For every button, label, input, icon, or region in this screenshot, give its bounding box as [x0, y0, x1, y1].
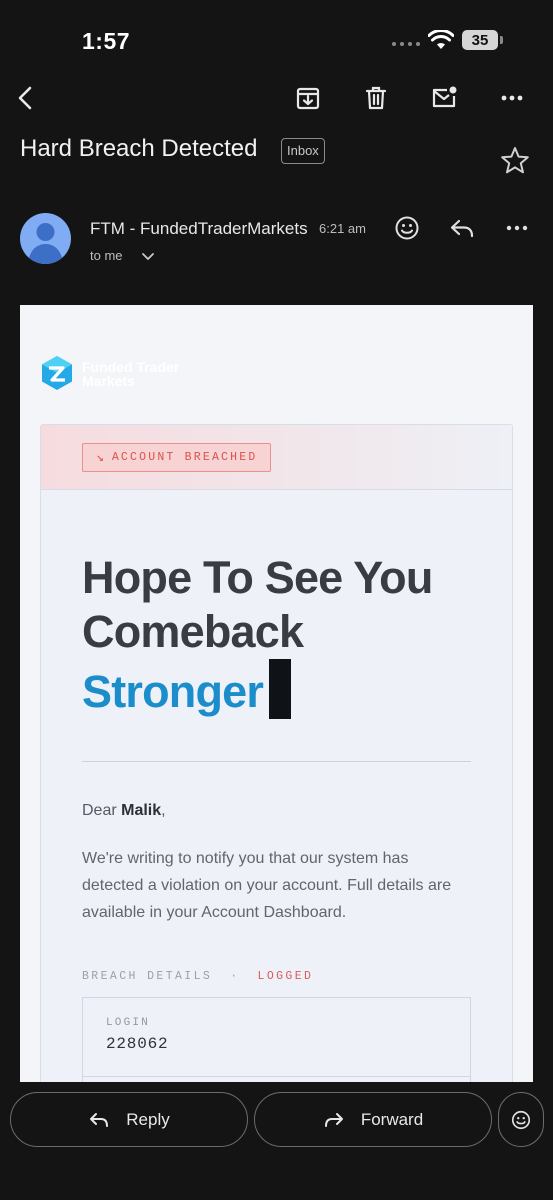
archive-button[interactable] [290, 80, 326, 116]
emoji-icon [511, 1110, 531, 1129]
person-icon [28, 223, 63, 264]
status-time: 1:57 [82, 28, 131, 54]
back-button[interactable] [8, 80, 44, 116]
login-row: LOGIN 228062 [83, 998, 470, 1077]
wifi-icon [428, 30, 454, 49]
forward-label: Forward [360, 1109, 424, 1129]
email-body[interactable]: Funded Trader Markets ↘ ACCOUNT BREACHED… [20, 305, 533, 1082]
brand-name-line2: Markets [82, 373, 135, 389]
reply-button[interactable]: Reply [10, 1092, 248, 1147]
breach-card: ↘ ACCOUNT BREACHED Hope To See You Comeb… [40, 424, 513, 1082]
headline-line2: Comeback [82, 606, 304, 657]
reply-icon[interactable] [448, 214, 476, 242]
delete-icon [365, 86, 387, 110]
signal-icon [392, 42, 420, 46]
divider [82, 761, 471, 762]
card-header: ↘ ACCOUNT BREACHED [41, 425, 512, 490]
brand-name-line1: Funded Trader [82, 359, 180, 375]
battery-tip [500, 36, 503, 44]
more-icon [501, 95, 523, 101]
breach-details-table: LOGIN 228062 [82, 997, 471, 1082]
more-options-button[interactable] [494, 80, 530, 116]
archive-icon [296, 87, 320, 110]
email-time: 6:21 am [319, 221, 366, 236]
email-subject: Hard Breach Detected [20, 135, 258, 162]
details-separator: · [230, 970, 240, 983]
emoji-icon[interactable] [393, 214, 421, 242]
status-bar: 1:57 35 [0, 0, 553, 80]
login-value: 228062 [106, 1035, 169, 1053]
inbox-label-chip[interactable]: Inbox [281, 138, 325, 164]
greeting: Dear Malik, [82, 802, 166, 820]
more-icon[interactable] [503, 214, 531, 242]
cursor-block [269, 659, 292, 719]
login-label: LOGIN [106, 1017, 151, 1029]
brand-name: Funded Trader Markets [82, 360, 179, 388]
account-breached-badge: ↘ ACCOUNT BREACHED [82, 443, 272, 472]
recipient-name: Malik [121, 802, 162, 819]
reply-icon [90, 1112, 109, 1127]
details-label: BREACH DETAILS [82, 970, 213, 983]
bottom-action-bar: Reply Forward [0, 1082, 553, 1200]
mark-unread-button[interactable] [426, 80, 462, 116]
forward-icon [324, 1112, 343, 1127]
delete-button[interactable] [358, 80, 394, 116]
sender-name[interactable]: FTM - FundedTraderMarkets [90, 219, 308, 239]
breach-details-heading: BREACH DETAILS · LOGGED [82, 970, 313, 983]
chevron-down-icon[interactable] [140, 248, 156, 264]
avatar[interactable] [20, 213, 71, 264]
headline: Hope To See You Comeback Stronger [82, 551, 433, 719]
recipient-summary[interactable]: to me [90, 248, 123, 263]
reply-label: Reply [126, 1109, 170, 1129]
forward-button[interactable]: Forward [254, 1092, 492, 1147]
greeting-suffix: , [161, 802, 166, 819]
details-status: LOGGED [257, 970, 314, 983]
notice-paragraph: We're writing to notify you that our sys… [82, 850, 452, 921]
headline-accent: Stronger [82, 666, 264, 717]
greeting-prefix: Dear [82, 802, 122, 819]
arrow-down-right-icon: ↘ [96, 450, 104, 465]
ftm-logo-icon [42, 356, 72, 390]
headline-line1: Hope To See You [82, 552, 433, 603]
star-icon[interactable] [498, 144, 532, 178]
back-icon [18, 86, 32, 110]
emoji-reaction-button[interactable] [498, 1092, 544, 1147]
battery-indicator: 35 [462, 30, 498, 50]
mark-unread-icon [432, 86, 457, 108]
badge-label: ACCOUNT BREACHED [111, 451, 258, 464]
